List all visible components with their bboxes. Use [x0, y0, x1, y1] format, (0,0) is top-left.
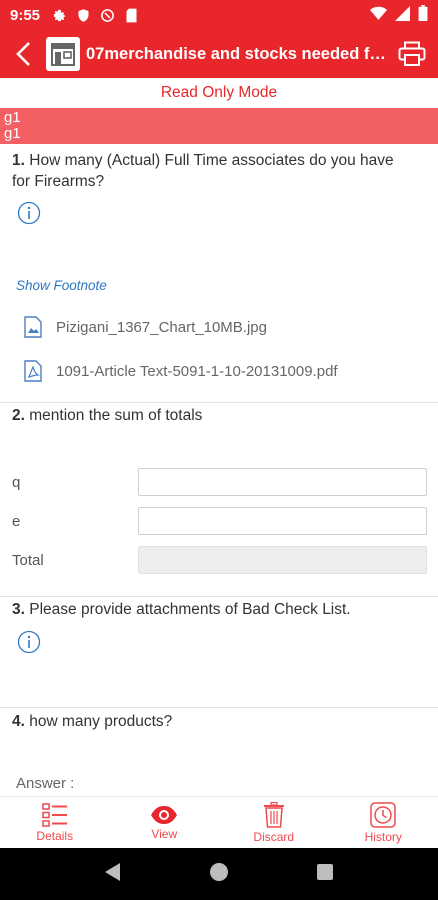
app-bar: 07merchandise and stocks needed fo...: [0, 30, 438, 78]
eye-icon: [151, 805, 178, 824]
group-subtitle: g1: [4, 125, 21, 142]
page-title: 07merchandise and stocks needed fo...: [86, 44, 386, 63]
signal-icon: [395, 5, 410, 25]
question-text-continued: for Firearms?: [12, 173, 105, 190]
wifi-icon: [370, 6, 387, 25]
attachment-item[interactable]: Pizigani_1367_Chart_10MB.jpg: [24, 316, 267, 338]
read-only-mode-label: Read Only Mode: [160, 84, 278, 101]
attachment-item[interactable]: 1091-Article Text-5091-1-10-20131009.pdf: [24, 360, 338, 382]
question-number: 2.: [12, 407, 25, 424]
shield-icon: [74, 6, 92, 24]
sum-row-label-e: e: [12, 513, 21, 530]
question-3: 3. Please provide attachments of Bad Che…: [12, 599, 351, 620]
nav-label: History: [364, 829, 402, 844]
answer-label: Answer :: [16, 775, 75, 792]
attachment-name: Pizigani_1367_Chart_10MB.jpg: [56, 318, 267, 336]
trash-icon: [263, 801, 284, 828]
question-text: Please provide attachments of Bad Check …: [29, 601, 351, 618]
status-bar: 9:55: [0, 0, 438, 30]
bottom-navigation: Details View Discard History: [0, 796, 438, 848]
nav-label: View: [151, 826, 178, 841]
question-list[interactable]: 1. How many (Actual) Full Time associate…: [0, 144, 438, 796]
nav-label: Discard: [253, 829, 295, 844]
info-icon[interactable]: [17, 630, 41, 654]
pdf-file-icon: [24, 360, 42, 382]
question-number: 4.: [12, 713, 25, 730]
divider: [0, 596, 438, 597]
settings-icon: [50, 6, 68, 24]
nav-discard-button[interactable]: Discard: [219, 797, 329, 848]
group-title: g1: [4, 109, 21, 126]
store-icon: [46, 37, 80, 71]
divider: [0, 707, 438, 708]
nav-history-button[interactable]: History: [329, 797, 438, 848]
sd-card-icon: [122, 6, 140, 24]
circle-home-icon: [209, 862, 228, 881]
sum-input-e[interactable]: [138, 507, 427, 535]
question-number: 3.: [12, 601, 25, 618]
nav-view-button[interactable]: View: [110, 797, 220, 848]
question-text: how many products?: [29, 713, 173, 730]
sum-input-q[interactable]: [138, 468, 427, 496]
nav-label: Details: [36, 828, 74, 843]
group-header: g1 g1: [0, 108, 438, 144]
system-recents-button[interactable]: [316, 863, 334, 886]
nav-details-button[interactable]: Details: [0, 797, 110, 848]
question-number: 1.: [12, 152, 25, 169]
system-navigation-bar: [0, 848, 438, 900]
list-icon: [42, 802, 67, 827]
square-recents-icon: [317, 863, 334, 880]
arrow-back-icon: [16, 42, 30, 66]
question-1: 1. How many (Actual) Full Time associate…: [12, 150, 394, 192]
question-4: 4. how many products?: [12, 711, 172, 732]
question-text: mention the sum of totals: [29, 407, 203, 424]
status-time: 9:55: [10, 6, 41, 24]
sum-row-label-q: q: [12, 474, 21, 491]
question-2: 2. mention the sum of totals: [12, 405, 202, 426]
sum-total-field: [138, 546, 427, 574]
question-text: How many (Actual) Full Time associates d…: [29, 152, 394, 169]
image-file-icon: [24, 316, 42, 338]
attachment-name: 1091-Article Text-5091-1-10-20131009.pdf: [56, 362, 338, 380]
sum-row-label-total: Total: [12, 552, 44, 569]
system-home-button[interactable]: [209, 862, 229, 887]
show-footnote-link[interactable]: Show Footnote: [16, 278, 107, 293]
clock-icon: [370, 801, 396, 828]
divider: [0, 402, 438, 403]
data-saver-icon: [98, 6, 116, 24]
triangle-back-icon: [104, 862, 120, 881]
back-button[interactable]: [0, 30, 46, 78]
battery-icon: [418, 5, 428, 25]
info-icon[interactable]: [17, 201, 41, 225]
print-button[interactable]: [396, 38, 428, 70]
system-back-button[interactable]: [104, 862, 122, 887]
printer-icon: [398, 41, 426, 66]
